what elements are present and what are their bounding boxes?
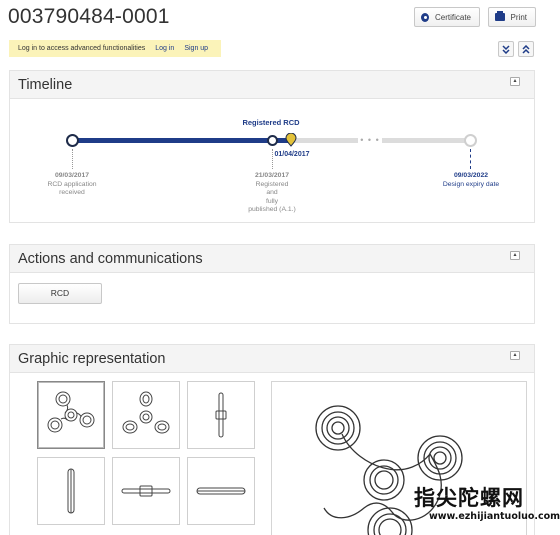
certificate-icon — [421, 12, 429, 22]
spinner-side-horizontal-image — [196, 487, 246, 495]
timeline-progress-bar — [72, 138, 292, 143]
event-line: and — [266, 189, 278, 196]
timeline-gap-dots: • • • — [358, 134, 382, 146]
timeline-title: Timeline — [18, 77, 73, 93]
timeline-current-date: 01/04/2017 — [274, 151, 310, 158]
login-banner: Log in to access advanced functionalitie… — [9, 40, 221, 57]
timeline-node-expiry — [464, 134, 477, 147]
login-banner-text: Log in to access advanced functionalitie… — [18, 45, 146, 52]
event-date: 09/03/2017 — [54, 172, 90, 179]
timeline-event-registered: 21/03/2017 Registered and fully publishe… — [232, 172, 312, 215]
certificate-label: Certificate — [434, 12, 471, 22]
event-line: Registered — [255, 180, 289, 188]
thumbnail-view-5[interactable] — [112, 457, 180, 525]
event-line: fully — [265, 197, 279, 205]
spinner-side-horizontal-image — [121, 485, 171, 497]
thumbnail-view-4[interactable] — [37, 457, 105, 525]
print-button[interactable]: Print — [488, 7, 536, 27]
login-link[interactable]: Log in — [155, 45, 174, 52]
event-line: Design expiry date — [442, 180, 500, 188]
signup-link[interactable]: Sign up — [184, 45, 208, 52]
chevron-double-down-icon — [502, 44, 510, 54]
timeline-collapse-button[interactable]: ▴ — [510, 77, 520, 86]
graphic-title: Graphic representation — [18, 351, 166, 367]
event-date: 21/03/2017 — [254, 172, 290, 179]
graphic-panel-header: Graphic representation ▴ — [10, 345, 534, 373]
chevron-double-up-icon — [522, 44, 530, 54]
actions-title: Actions and communications — [18, 251, 203, 267]
timeline-tick-start — [72, 149, 73, 169]
map-pin-icon — [285, 133, 297, 147]
timeline-status-label: Registered RCD — [242, 118, 300, 127]
expand-all-button[interactable] — [498, 41, 514, 57]
event-date: 09/03/2022 — [453, 172, 489, 179]
timeline-event-application: 09/03/2017 RCD application received — [32, 172, 112, 198]
actions-panel-header: Actions and communications ▴ — [10, 245, 534, 273]
timeline-tick-end — [470, 149, 471, 169]
graphic-panel: Graphic representation ▴ — [9, 344, 535, 535]
event-line: received — [59, 189, 85, 196]
spinner-perspective-image — [122, 391, 170, 434]
timeline-panel: Timeline ▴ Registered RCD • • • 01/04/20… — [9, 70, 535, 223]
rcd-button[interactable]: RCD — [18, 283, 102, 304]
event-line: RCD application — [47, 180, 97, 188]
design-preview — [271, 381, 527, 535]
graphic-collapse-button[interactable]: ▴ — [510, 351, 520, 360]
spinner-side-vertical-image — [215, 392, 227, 438]
spinner-side-vertical-image — [67, 468, 75, 514]
timeline-panel-header: Timeline ▴ — [10, 71, 534, 99]
print-icon — [495, 11, 505, 21]
timeline-node-application — [66, 134, 79, 147]
thumbnail-view-6[interactable] — [187, 457, 255, 525]
timeline-event-expiry: 09/03/2022 Design expiry date — [428, 172, 514, 189]
actions-collapse-button[interactable]: ▴ — [510, 251, 520, 260]
certificate-button[interactable]: Certificate — [414, 7, 480, 27]
timeline-tick-mid — [272, 149, 273, 169]
event-line: published (A.1.) — [248, 206, 296, 213]
fidget-spinner-drawing — [315, 405, 463, 535]
page-title: 003790484-0001 — [8, 5, 170, 28]
spinner-top-view-image — [47, 391, 95, 433]
thumbnail-view-1[interactable] — [37, 381, 105, 449]
collapse-all-button[interactable] — [518, 41, 534, 57]
print-label: Print — [510, 12, 527, 22]
thumbnail-view-2[interactable] — [112, 381, 180, 449]
thumbnail-view-3[interactable] — [187, 381, 255, 449]
timeline-node-registered — [267, 135, 278, 146]
actions-panel: Actions and communications ▴ RCD — [9, 244, 535, 324]
